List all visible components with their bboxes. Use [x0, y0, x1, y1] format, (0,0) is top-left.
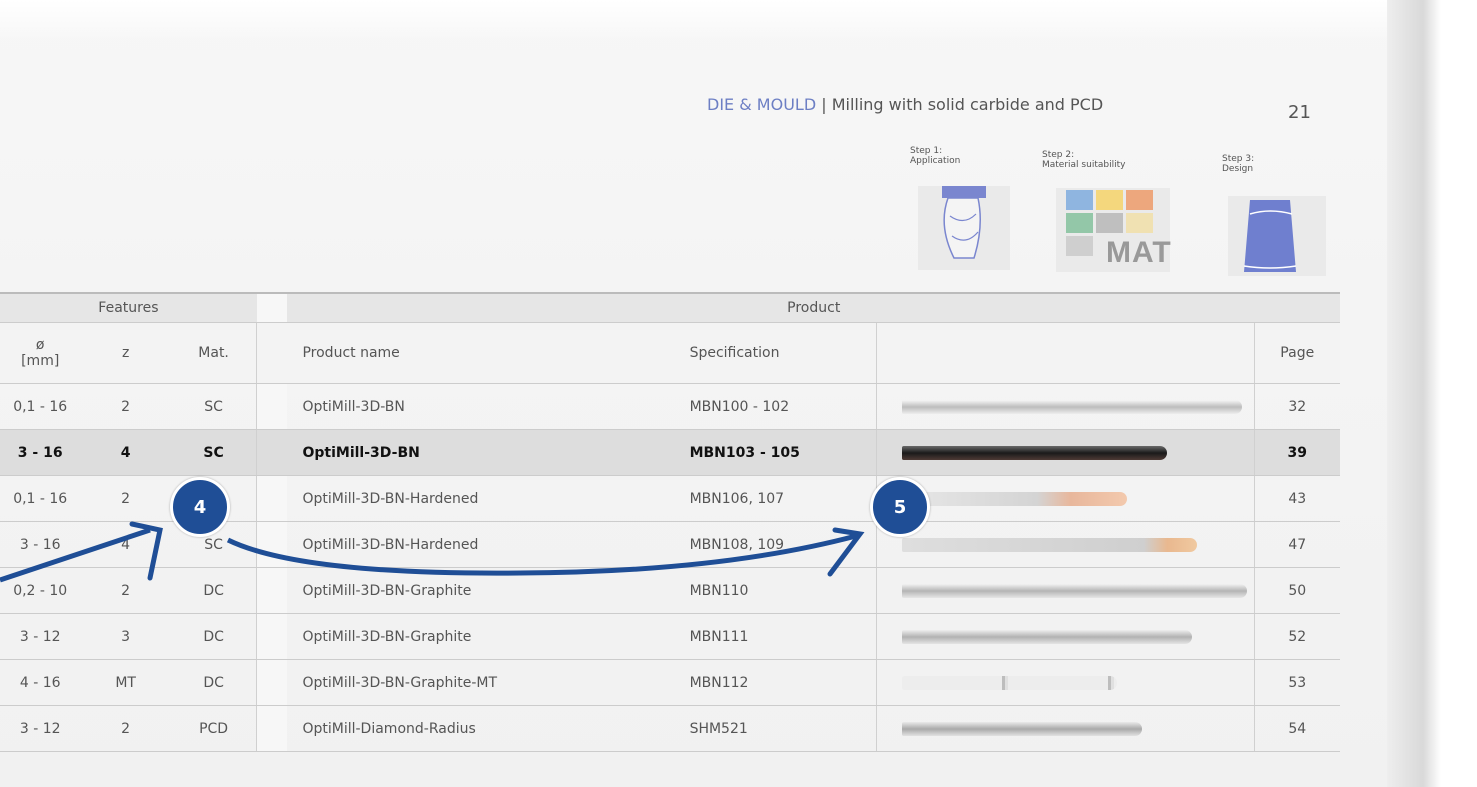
arrow-right-path	[226, 533, 857, 576]
step-badge-4: 4	[170, 477, 230, 537]
arrow-left-path	[0, 527, 151, 583]
connector-arrows	[0, 521, 865, 583]
step-badge-5: 5	[870, 477, 930, 537]
